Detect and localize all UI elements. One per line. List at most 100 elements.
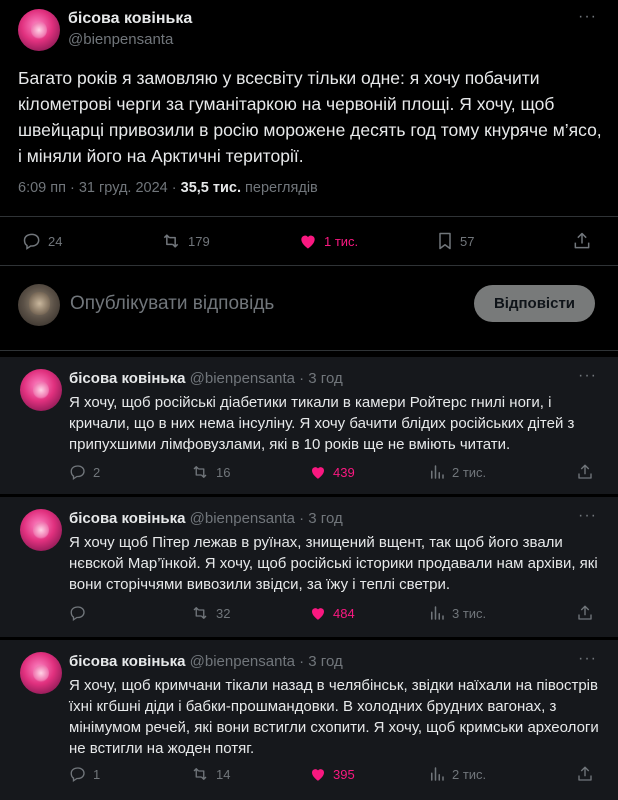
like-button[interactable]: 395 bbox=[309, 765, 355, 783]
repost-icon bbox=[193, 466, 207, 478]
share-button[interactable] bbox=[576, 604, 594, 622]
views-count: 2 тис. bbox=[452, 766, 487, 782]
repost-button[interactable]: 14 bbox=[190, 765, 230, 783]
reply-input[interactable]: Опублікувати відповідь bbox=[70, 293, 274, 315]
reply-post[interactable]: бісова ковінька @bienpensanta · 3 год ··… bbox=[0, 640, 618, 800]
repost-button[interactable]: 32 bbox=[190, 604, 230, 622]
more-options-icon[interactable]: ··· bbox=[578, 8, 597, 26]
reply-icon bbox=[23, 233, 40, 250]
reply-icon bbox=[70, 606, 85, 622]
reply-time[interactable]: 3 год bbox=[308, 370, 342, 387]
reply-avatar[interactable] bbox=[20, 369, 62, 411]
post-meta: 6:09 пп · 31 груд. 2024 · 35,5 тис. пере… bbox=[18, 180, 318, 196]
repost-icon bbox=[193, 768, 207, 780]
like-button[interactable]: 1 тис. bbox=[298, 231, 358, 251]
views-count: 2 тис. bbox=[452, 464, 487, 480]
reply-text: Я хочу щоб Пітер лежав в руїнах, знищени… bbox=[69, 534, 598, 593]
reply-button[interactable]: 2 bbox=[69, 463, 100, 481]
share-button[interactable] bbox=[576, 463, 594, 481]
meta-separator: · bbox=[299, 370, 309, 387]
heart-filled-icon bbox=[312, 608, 324, 620]
analytics-icon bbox=[431, 767, 444, 781]
more-options-icon[interactable]: ··· bbox=[578, 507, 597, 525]
meta-separator: · bbox=[299, 653, 309, 670]
repost-count: 16 bbox=[216, 464, 231, 480]
reply-count: 1 bbox=[93, 766, 101, 782]
more-options-icon[interactable]: ··· bbox=[578, 650, 597, 668]
heart-filled-icon bbox=[312, 467, 324, 479]
views-count: 35,5 тис. bbox=[180, 180, 241, 196]
reply-button[interactable] bbox=[69, 604, 93, 622]
share-button[interactable] bbox=[576, 765, 594, 783]
reply-author-name[interactable]: бісова ковінька bbox=[69, 370, 185, 387]
reply-count: 2 bbox=[93, 464, 101, 480]
divider bbox=[0, 265, 618, 266]
repost-count: 179 bbox=[188, 233, 210, 249]
like-button[interactable]: 439 bbox=[309, 463, 355, 481]
heart-filled-icon bbox=[312, 769, 324, 781]
divider bbox=[0, 350, 618, 351]
repost-count: 14 bbox=[216, 766, 231, 782]
views-button[interactable]: 3 тис. bbox=[428, 604, 486, 622]
repost-icon bbox=[163, 234, 179, 248]
reply-post[interactable]: бісова ковінька @bienpensanta · 3 год ··… bbox=[0, 357, 618, 494]
reply-button[interactable]: 1 bbox=[69, 765, 100, 783]
repost-button[interactable]: 16 bbox=[190, 463, 230, 481]
like-count: 395 bbox=[333, 766, 355, 782]
meta-separator: · bbox=[171, 180, 181, 196]
meta-separator: · bbox=[299, 510, 309, 527]
author-avatar[interactable] bbox=[18, 9, 60, 51]
author-handle[interactable]: @bienpensanta bbox=[68, 31, 173, 48]
analytics-icon bbox=[431, 465, 444, 479]
reply-header: бісова ковінька @bienpensanta · 3 год bbox=[69, 653, 343, 670]
post-date[interactable]: 31 груд. 2024 bbox=[79, 180, 168, 196]
repost-icon bbox=[193, 607, 207, 619]
current-user-avatar[interactable] bbox=[18, 284, 60, 326]
like-count: 484 bbox=[333, 605, 355, 621]
post-text: Багато років я замовляю у всесвіту тільк… bbox=[18, 68, 602, 166]
submit-reply-button[interactable]: Відповісти bbox=[474, 285, 595, 322]
reply-avatar[interactable] bbox=[20, 652, 62, 694]
reply-author-handle[interactable]: @bienpensanta bbox=[190, 510, 295, 527]
analytics-icon bbox=[431, 606, 444, 620]
views-button[interactable]: 2 тис. bbox=[428, 765, 486, 783]
share-icon bbox=[578, 766, 592, 781]
reply-author-name[interactable]: бісова ковінька bbox=[69, 510, 185, 527]
like-count: 1 тис. bbox=[324, 233, 359, 249]
bookmark-icon bbox=[439, 232, 451, 250]
post-time[interactable]: 6:09 пп bbox=[18, 180, 66, 196]
heart-filled-icon bbox=[301, 235, 315, 249]
bookmark-count: 57 bbox=[460, 233, 475, 249]
reply-text: Я хочу, щоб кримчани тікали назад в челя… bbox=[69, 677, 599, 757]
reply-icon bbox=[70, 767, 85, 783]
share-icon bbox=[578, 605, 592, 620]
bookmark-button[interactable]: 57 bbox=[436, 231, 474, 251]
share-icon bbox=[578, 464, 592, 479]
repost-button[interactable]: 179 bbox=[160, 231, 210, 251]
reply-header: бісова ковінька @bienpensanta · 3 год bbox=[69, 370, 343, 387]
more-options-icon[interactable]: ··· bbox=[578, 367, 597, 385]
author-name[interactable]: бісова ковінька bbox=[68, 10, 192, 28]
reply-count: 24 bbox=[48, 233, 63, 249]
reply-author-handle[interactable]: @bienpensanta bbox=[190, 653, 295, 670]
reply-header: бісова ковінька @bienpensanta · 3 год bbox=[69, 510, 343, 527]
reply-time[interactable]: 3 год bbox=[308, 653, 342, 670]
reply-time[interactable]: 3 год bbox=[308, 510, 342, 527]
divider bbox=[0, 216, 618, 217]
meta-separator: · bbox=[70, 180, 79, 196]
like-count: 439 bbox=[333, 464, 355, 480]
reply-button[interactable]: 24 bbox=[22, 231, 62, 251]
views-count: 3 тис. bbox=[452, 605, 487, 621]
reply-post[interactable]: бісова ковінька @bienpensanta · 3 год ··… bbox=[0, 497, 618, 637]
reply-author-name[interactable]: бісова ковінька bbox=[69, 653, 185, 670]
repost-count: 32 bbox=[216, 605, 231, 621]
reply-icon bbox=[70, 465, 85, 481]
views-button[interactable]: 2 тис. bbox=[428, 463, 486, 481]
reply-text: Я хочу, щоб російські діабетики тикали в… bbox=[69, 394, 575, 453]
reply-author-handle[interactable]: @bienpensanta bbox=[190, 370, 295, 387]
share-icon bbox=[574, 232, 590, 249]
views-label: переглядів bbox=[245, 180, 318, 196]
reply-avatar[interactable] bbox=[20, 509, 62, 551]
share-button[interactable] bbox=[572, 231, 592, 251]
like-button[interactable]: 484 bbox=[309, 604, 355, 622]
